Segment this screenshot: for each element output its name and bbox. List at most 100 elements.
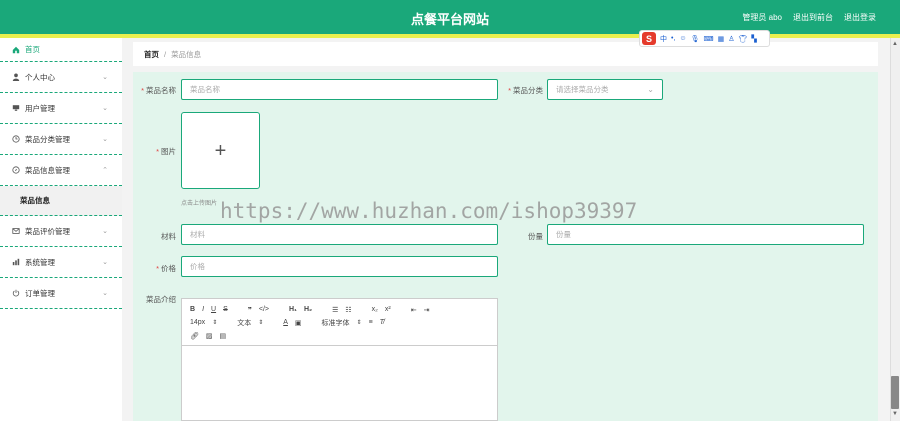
sidebar-item-label: 首页	[25, 45, 40, 54]
underline-button[interactable]: U	[211, 306, 216, 313]
image-icon[interactable]: ▨	[206, 332, 213, 340]
dish-name-label: * 菜品名称	[141, 86, 176, 95]
ime-mode-toggle[interactable]: 中	[660, 34, 667, 44]
chevron-down-icon: ⌄	[102, 228, 108, 235]
chevron-down-icon: ⌄	[102, 74, 108, 81]
indent-right-button[interactable]: ⇥	[424, 306, 430, 314]
bullet-list-button[interactable]: ☷	[345, 306, 351, 314]
top-header: 点餐平台网站 管理员 abo 退出到前台 退出登录	[0, 0, 900, 34]
ordered-list-button[interactable]: ☰	[332, 306, 338, 314]
sidebar-item-label: 菜品评价管理	[25, 226, 70, 236]
scroll-up-icon[interactable]: ▲	[892, 41, 898, 47]
admin-user-link[interactable]: 管理员 abo	[742, 12, 782, 23]
exit-to-frontend-link[interactable]: 退出到前台	[793, 12, 833, 23]
clock-icon	[11, 135, 21, 143]
background-color-button[interactable]: ▣	[295, 319, 302, 327]
italic-button[interactable]: I	[202, 306, 204, 313]
intro-label: 菜品介绍	[146, 295, 176, 304]
video-icon[interactable]: ▤	[220, 332, 227, 340]
font-family-select[interactable]: 标准字体	[322, 318, 350, 328]
category-select-placeholder: 请选择菜品分类	[556, 85, 609, 94]
chevron-down-icon: ⌄	[102, 290, 108, 297]
rich-text-editor: B I U S ❞ </> H₁ H₂ ☰ ☷ x₂ x² ⇤ ⇥ 14px ⇕…	[181, 298, 498, 421]
price-input[interactable]	[181, 256, 498, 277]
monitor-icon	[11, 104, 21, 112]
code-button[interactable]: </>	[259, 306, 269, 313]
skin-icon[interactable]: 👕︎	[738, 35, 747, 43]
bold-button[interactable]: B	[190, 306, 195, 313]
chevron-down-icon: ⌄	[102, 136, 108, 143]
microphone-icon[interactable]: 🎙︎	[691, 35, 700, 43]
font-color-button[interactable]: A	[283, 319, 288, 326]
user-icon	[11, 73, 21, 81]
chart-icon	[11, 258, 21, 266]
toolbox-icon[interactable]: ▦	[718, 35, 725, 43]
strike-button[interactable]: S	[223, 306, 228, 313]
breadcrumb-current: 菜品信息	[171, 49, 202, 59]
indent-left-button[interactable]: ⇤	[411, 306, 417, 314]
price-label: * 价格	[156, 264, 176, 273]
subscript-button[interactable]: x₂	[372, 306, 378, 313]
dish-category-label: * 菜品分类	[508, 86, 543, 95]
sidebar-item-home[interactable]: 首页	[0, 38, 122, 62]
emoji-icon[interactable]: ☺	[679, 35, 686, 42]
grid-icon[interactable]: ▚	[751, 35, 756, 43]
plus-icon: +	[214, 139, 227, 162]
sidebar-item-label: 菜品信息管理	[25, 165, 70, 175]
text-style-select[interactable]: 文本	[237, 318, 251, 328]
superscript-button[interactable]: x²	[385, 306, 391, 313]
image-upload-button[interactable]: +	[181, 112, 260, 189]
chevron-updown-icon: ⇕	[356, 320, 362, 326]
dish-name-input[interactable]	[181, 79, 498, 100]
image-label: * 图片	[156, 147, 176, 156]
align-button[interactable]: ≡	[369, 319, 373, 326]
sidebar-item-label: 菜品分类管理	[25, 134, 70, 144]
page-scrollbar[interactable]	[890, 38, 900, 421]
sidebar-item-label: 个人中心	[25, 72, 55, 82]
scrollbar-thumb[interactable]	[891, 376, 899, 409]
user-icon[interactable]: ♙	[728, 35, 734, 43]
chevron-updown-icon: ⇕	[212, 320, 218, 326]
material-label: 材料	[161, 232, 176, 241]
chevron-down-icon: ⌄	[647, 85, 654, 94]
power-icon	[11, 289, 21, 297]
sidebar-item-system-management[interactable]: 系统管理 ⌄	[0, 247, 122, 278]
chevron-up-icon: ⌃	[102, 167, 108, 174]
heading1-button[interactable]: H₁	[289, 306, 297, 313]
sidebar-subitem-dish-info[interactable]: 菜品信息	[0, 186, 122, 216]
chevron-down-icon: ⌄	[102, 105, 108, 112]
logout-link[interactable]: 退出登录	[844, 12, 876, 23]
sidebar-item-personal-center[interactable]: 个人中心 ⌄	[0, 62, 122, 93]
editor-toolbar: B I U S ❞ </> H₁ H₂ ☰ ☷ x₂ x² ⇤ ⇥ 14px ⇕…	[182, 299, 497, 346]
sidebar-item-category-management[interactable]: 菜品分类管理 ⌄	[0, 124, 122, 155]
portion-input[interactable]	[547, 224, 864, 245]
breadcrumb-home[interactable]: 首页	[144, 49, 159, 60]
link-icon[interactable]: 🔗︎	[190, 332, 199, 340]
sidebar-item-label: 用户管理	[25, 103, 55, 113]
chevron-down-icon: ⌄	[102, 259, 108, 266]
chevron-updown-icon: ⇕	[258, 320, 264, 326]
sidebar-item-user-management[interactable]: 用户管理 ⌄	[0, 93, 122, 124]
sidebar-item-dish-info-management[interactable]: 菜品信息管理 ⌃	[0, 155, 122, 186]
font-size-select[interactable]: 14px	[190, 319, 205, 326]
header-links: 管理员 abo 退出到前台 退出登录	[742, 12, 876, 23]
message-icon	[11, 227, 21, 235]
sidebar-item-order-management[interactable]: 订单管理 ⌄	[0, 278, 122, 309]
scroll-down-icon[interactable]: ▼	[892, 411, 898, 417]
punctuation-icon[interactable]: •,	[671, 35, 675, 42]
breadcrumb-separator: /	[164, 49, 167, 59]
portion-label: 份量	[528, 232, 543, 241]
quote-button[interactable]: ❞	[248, 306, 252, 314]
keyboard-icon[interactable]: ⌨	[703, 35, 713, 43]
upload-hint: 点击上传图片	[181, 201, 218, 207]
sidebar-item-label: 系统管理	[25, 257, 55, 267]
ime-toolbar[interactable]: S 中 •, ☺ 🎙︎ ⌨ ▦ ♙ 👕︎ ▚	[639, 30, 770, 47]
material-input[interactable]	[181, 224, 498, 245]
heading2-button[interactable]: H₂	[304, 306, 312, 313]
dish-category-select[interactable]: 请选择菜品分类 ⌄	[547, 79, 663, 100]
sidebar-item-label: 订单管理	[25, 288, 55, 298]
home-icon	[11, 46, 21, 54]
sidebar-item-review-management[interactable]: 菜品评价管理 ⌄	[0, 216, 122, 247]
clear-format-button[interactable]: T̸	[380, 319, 384, 326]
sidebar: 首页 个人中心 ⌄ 用户管理 ⌄ 菜品分类管理 ⌄ 菜品信息管理 ⌃ 菜品信息 …	[0, 38, 122, 421]
